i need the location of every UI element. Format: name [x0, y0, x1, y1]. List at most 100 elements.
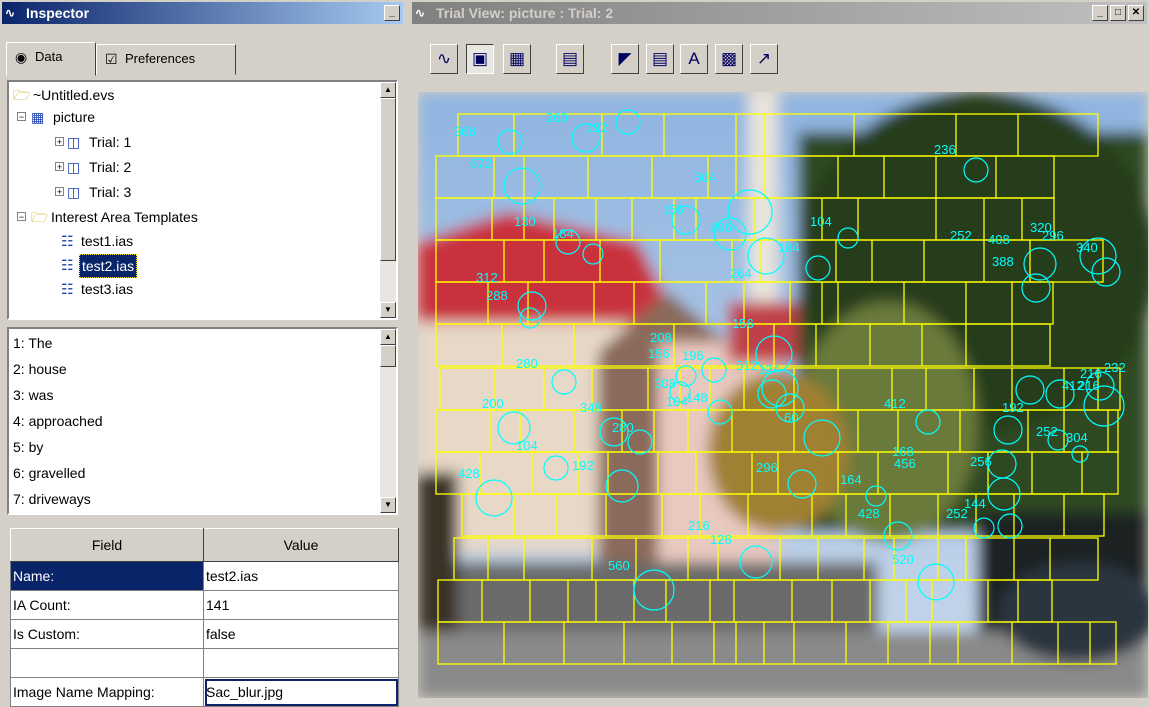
list-item[interactable]: 6: gravelled — [13, 460, 85, 486]
trial-2-label: Trial: 2 — [89, 159, 132, 175]
template-icon: ☷ — [61, 281, 74, 297]
fixation-duration-label: 368 — [454, 124, 476, 139]
save-template-icon[interactable]: ▤ — [646, 44, 674, 74]
fixation-duration-label: 260 — [546, 110, 568, 125]
open-template-icon[interactable]: ◤ — [611, 44, 639, 74]
list-item[interactable]: 2: house — [13, 356, 67, 382]
trial-canvas[interactable]: 368 260 192 672 504 236 130 184 156 696 104 184 252 4… — [418, 92, 1148, 698]
image-ia-icon[interactable]: ▩ — [715, 44, 743, 74]
table-row[interactable] — [10, 648, 399, 678]
fixation-duration-label: 672 — [470, 156, 492, 171]
test1-label: test1.ias — [81, 233, 134, 249]
expand-trial-2-icon[interactable]: + — [55, 162, 64, 172]
fixation-duration-label: 156 — [648, 346, 670, 361]
fixation-duration-label: 308 — [654, 376, 676, 391]
tree-item-templates-folder[interactable]: 🗁 Interest Area Templates — [31, 206, 200, 228]
tab-data-label: Data — [35, 49, 63, 64]
field-cell[interactable]: Image Name Mapping: — [10, 677, 204, 707]
close-button[interactable]: ✕ — [1128, 5, 1144, 21]
field-cell[interactable]: Name: — [10, 561, 204, 591]
field-column-header[interactable]: Field — [10, 528, 204, 562]
tree-item-trial-1[interactable]: ◫ Trial: 1 — [67, 131, 133, 153]
tree-scrollbar[interactable]: ▲ ▼ — [380, 82, 396, 318]
maximize-button[interactable]: □ — [1110, 5, 1126, 21]
table-row[interactable]: IA Count: 141 — [10, 590, 399, 620]
scroll-down-icon[interactable]: ▼ — [380, 302, 396, 318]
scroll-down-icon[interactable]: ▼ — [380, 497, 396, 513]
trial-monitor-icon: ◫ — [67, 184, 81, 200]
fixation-duration-label: 130 — [514, 214, 536, 229]
export-icon[interactable]: ↗ — [750, 44, 778, 74]
fixation-duration-label: 348 — [580, 400, 602, 415]
fixation-duration-label: 408 — [988, 232, 1010, 247]
fixation-duration-label: 164 — [840, 472, 862, 487]
trial-monitor-icon: ◫ — [67, 159, 81, 175]
fixation-duration-label: 264 — [730, 266, 752, 281]
fixation-duration-label: 128 — [710, 532, 732, 547]
tab-data[interactable]: ◉ Data — [6, 42, 96, 76]
value-cell[interactable]: test2.ias — [203, 561, 399, 591]
field-cell[interactable]: IA Count: — [10, 590, 204, 620]
value-cell[interactable] — [203, 648, 399, 678]
properties-table: Field Value Name: test2.ias IA Count: 14… — [10, 528, 399, 707]
fixation-duration-label: 560 — [608, 558, 630, 573]
picture-node-icon: ▦ — [31, 109, 45, 125]
tab-preferences[interactable]: ☑ Preferences — [96, 44, 236, 75]
tree-item-picture-label: picture — [53, 109, 96, 125]
list-item[interactable]: 5: by — [13, 434, 43, 460]
filmstrip-icon[interactable]: ▦ — [503, 44, 531, 74]
line-graph-icon[interactable]: ∿ — [430, 44, 458, 74]
scroll-thumb[interactable] — [380, 98, 396, 261]
table-row[interactable]: Name: test2.ias — [10, 561, 399, 591]
collapse-picture-icon[interactable]: − — [17, 112, 26, 122]
expand-trial-1-icon[interactable]: + — [55, 137, 64, 147]
list-item[interactable]: 3: was — [13, 382, 53, 408]
scroll-thumb[interactable] — [380, 345, 396, 367]
field-cell[interactable]: Is Custom: — [10, 619, 204, 649]
list-item[interactable]: 7: driveways — [13, 486, 91, 512]
fixation-duration-label: 304 — [1066, 430, 1088, 445]
tree-item-test1[interactable]: ☷ test1.ias — [61, 230, 135, 252]
fixation-duration-label: 216 — [1078, 378, 1100, 393]
list-item[interactable]: 1: The — [13, 330, 52, 356]
table-row[interactable]: Is Custom: false — [10, 619, 399, 649]
fixation-duration-label: 200 — [482, 396, 504, 411]
value-column-header[interactable]: Value — [203, 528, 399, 562]
text-ia-icon[interactable]: A — [680, 44, 708, 74]
tree-item-test2[interactable]: ☷ test2.ias — [61, 254, 138, 278]
expand-trial-3-icon[interactable]: + — [55, 187, 64, 197]
fixation-duration-label: 512 — [736, 358, 758, 373]
minimize-button[interactable]: _ — [1092, 5, 1108, 21]
scroll-up-icon[interactable]: ▲ — [380, 82, 396, 98]
list-item[interactable]: 4: approached — [13, 408, 103, 434]
fixation-duration-label: 124 — [758, 362, 780, 377]
minimize-button[interactable]: _ — [384, 5, 400, 21]
fixation-duration-label: 192 — [572, 458, 594, 473]
value-cell[interactable]: false — [203, 619, 399, 649]
tree-root[interactable]: 🗁 ~Untitled.evs — [13, 84, 116, 106]
scene-image: 368 260 192 672 504 236 130 184 156 696 104 184 252 4… — [418, 92, 1148, 698]
templates-folder-label: Interest Area Templates — [51, 209, 198, 225]
image-fixation-icon[interactable]: ▣ — [466, 44, 494, 74]
tree-item-picture[interactable]: ▦ picture — [31, 106, 97, 128]
tree-item-trial-3[interactable]: ◫ Trial: 3 — [67, 181, 133, 203]
table-row[interactable]: Image Name Mapping: Sac_blur.jpg — [10, 677, 399, 707]
fixation-duration-label: 104 — [516, 438, 538, 453]
trial-1-label: Trial: 1 — [89, 134, 132, 150]
field-cell[interactable] — [10, 648, 204, 678]
template-icon: ☷ — [61, 257, 74, 273]
fixation-duration-label: 280 — [516, 356, 538, 371]
scroll-up-icon[interactable]: ▲ — [380, 329, 396, 345]
value-cell[interactable]: 141 — [203, 590, 399, 620]
value-cell-editing[interactable]: Sac_blur.jpg — [203, 677, 399, 707]
fixation-duration-label: 456 — [894, 456, 916, 471]
tree-item-test3[interactable]: ☷ test3.ias — [61, 278, 135, 300]
fixation-duration-label: 208 — [650, 330, 672, 345]
fixation-duration-label: 156 — [662, 202, 684, 217]
test3-label: test3.ias — [81, 281, 134, 297]
collapse-templates-icon[interactable]: − — [17, 212, 26, 222]
tree-item-trial-2[interactable]: ◫ Trial: 2 — [67, 156, 133, 178]
word-list-scrollbar[interactable]: ▲ ▼ — [380, 329, 396, 513]
save-ia-icon[interactable]: ▤ — [556, 44, 584, 74]
test2-label: test2.ias — [79, 254, 138, 278]
